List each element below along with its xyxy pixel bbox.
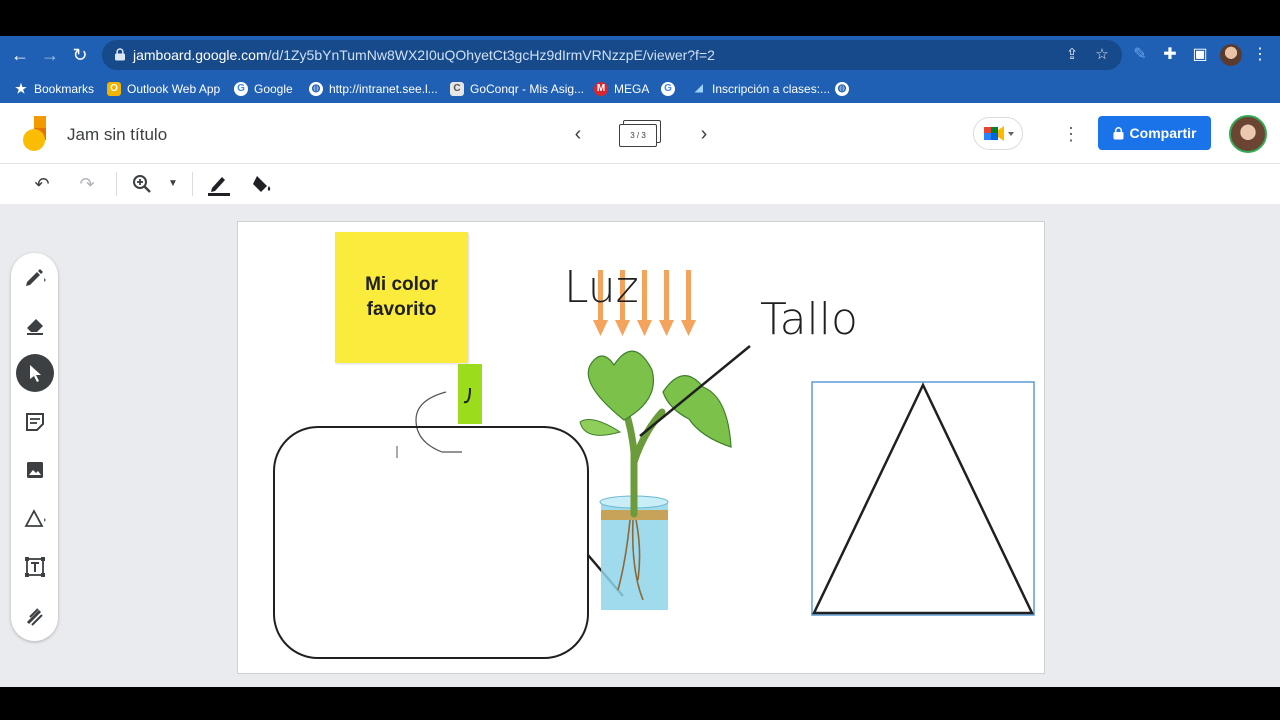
jam-canvas[interactable]: Mi color favorito Luz Tallo xyxy=(237,221,1045,674)
extensions-puzzle-icon[interactable]: ✚ xyxy=(1160,45,1180,65)
forward-arrow-icon[interactable]: → xyxy=(40,45,60,65)
lock-icon xyxy=(115,48,125,61)
google-icon: G xyxy=(661,82,675,96)
eraser-icon xyxy=(27,319,43,335)
plant-image[interactable] xyxy=(579,350,732,610)
browser-chrome: ← → ↻ jamboard.google.com/d/1Zy5bYnTumNw… xyxy=(0,36,1280,103)
bookmark-label: Inscripción a clases:... xyxy=(712,82,831,96)
toolbar-divider xyxy=(192,172,193,196)
bookmark-item[interactable]: ◍ http://intranet.see.l... xyxy=(309,79,438,99)
ink-stroke[interactable] xyxy=(415,391,462,453)
undo-icon[interactable]: ↶ xyxy=(30,172,54,196)
magnifier-glyph xyxy=(133,175,151,193)
redo-icon[interactable]: ↷ xyxy=(75,172,99,196)
green-shape-scribble xyxy=(463,387,471,404)
url-text: jamboard.google.com/d/1Zy5bYnTumNw8WX2I0… xyxy=(133,47,715,63)
bookmark-star-icon[interactable]: ☆ xyxy=(1094,47,1110,63)
outlook-icon: O xyxy=(107,82,121,96)
pen-tool[interactable] xyxy=(16,257,54,295)
side-panel-icon[interactable]: ▣ xyxy=(1190,45,1210,65)
triangle-shape[interactable] xyxy=(812,382,1034,615)
zoom-icon[interactable] xyxy=(130,172,154,196)
screen: ← → ↻ jamboard.google.com/d/1Zy5bYnTumNw… xyxy=(0,0,1280,720)
laser-tool[interactable] xyxy=(16,597,54,635)
next-frame-chevron-icon[interactable]: › xyxy=(695,123,713,145)
app-header: Jam sin título ‹ 3 / 3 › ⋮ Compartir xyxy=(0,103,1280,164)
laser-icon xyxy=(26,608,43,626)
bookmark-item[interactable]: C GoConqr - Mis Asig... xyxy=(450,79,584,99)
toolbar-divider xyxy=(116,172,117,196)
sticky-note-icon xyxy=(26,413,44,431)
bookmark-label: GoConqr - Mis Asig... xyxy=(470,82,585,96)
bookmark-label: Outlook Web App xyxy=(127,82,221,96)
more-options-icon[interactable]: ⋮ xyxy=(1062,123,1080,145)
bookmark-item[interactable]: O Outlook Web App xyxy=(107,79,220,99)
share-label: Compartir xyxy=(1129,125,1197,141)
tool-sidebar xyxy=(11,253,58,641)
image-icon xyxy=(27,462,43,478)
select-tool[interactable] xyxy=(16,354,54,392)
bookmark-label: Bookmarks xyxy=(34,82,95,96)
jamboard-logo-icon xyxy=(23,116,46,151)
google-icon: G xyxy=(234,82,248,96)
text-box-icon xyxy=(25,557,45,577)
bookmark-item[interactable]: ★ Bookmarks xyxy=(14,79,94,99)
back-arrow-icon[interactable]: ← xyxy=(10,45,30,65)
feather-extension-icon[interactable]: ✎ xyxy=(1130,45,1150,65)
share-page-icon[interactable]: ⇪ xyxy=(1064,47,1080,63)
previous-frame-chevron-icon[interactable]: ‹ xyxy=(569,123,587,145)
profile-avatar[interactable] xyxy=(1220,44,1242,66)
eraser-tool[interactable] xyxy=(16,306,54,344)
globe-icon: ◍ xyxy=(309,82,323,96)
address-bar[interactable]: jamboard.google.com/d/1Zy5bYnTumNw8WX2I0… xyxy=(102,40,1122,70)
bookmark-label: http://intranet.see.l... xyxy=(329,82,438,96)
frame-indicator[interactable]: 3 / 3 xyxy=(619,120,661,148)
omnibar-row: ← → ↻ jamboard.google.com/d/1Zy5bYnTumNw… xyxy=(0,36,1280,74)
triangle-selection-box[interactable] xyxy=(811,381,1035,616)
document-title[interactable]: Jam sin título xyxy=(67,125,167,145)
pen-icon xyxy=(26,269,46,286)
pen-color-icon[interactable] xyxy=(207,172,231,196)
pen-glyph xyxy=(208,177,230,196)
menu-kebab-icon[interactable]: ⋮ xyxy=(1250,45,1270,65)
luz-label[interactable]: Luz xyxy=(564,262,639,313)
text-box-tool[interactable] xyxy=(16,548,54,586)
share-button[interactable]: Compartir xyxy=(1098,116,1211,150)
frame-counter: 3 / 3 xyxy=(619,124,657,147)
mega-icon: M xyxy=(594,82,608,96)
goconqr-icon: C xyxy=(450,82,464,96)
shape-tool[interactable] xyxy=(16,500,54,538)
bookmark-item[interactable]: G Google xyxy=(234,79,293,99)
letterbox-bottom xyxy=(0,687,1280,720)
letterbox-top xyxy=(0,0,1280,36)
background-fill-icon[interactable] xyxy=(251,172,275,196)
bookmark-icon: ◢ xyxy=(692,82,706,96)
canvas-drawing-layer xyxy=(273,270,1035,659)
globe-icon: ◍ xyxy=(835,82,849,96)
bookmarks-bar: ★ Bookmarks O Outlook Web App G Google ◍… xyxy=(0,74,1280,103)
cursor-arrow-icon xyxy=(30,365,41,382)
bucket-glyph xyxy=(253,176,271,192)
meet-button[interactable] xyxy=(973,117,1023,150)
star-icon: ★ xyxy=(15,81,27,96)
rounded-rectangle-shape[interactable] xyxy=(273,426,589,659)
tallo-label[interactable]: Tallo xyxy=(760,294,858,345)
jamboard-app: Jam sin título ‹ 3 / 3 › ⋮ Compartir ↶ ↷… xyxy=(0,103,1280,687)
bookmark-item[interactable]: ◍ xyxy=(835,79,849,99)
bookmark-item[interactable]: M MEGA xyxy=(594,79,649,99)
bookmark-label: MEGA xyxy=(614,82,650,96)
triangle-icon xyxy=(24,509,46,527)
top-toolbar: ↶ ↷ ▼ xyxy=(0,164,1280,204)
bookmark-label: Google xyxy=(254,82,293,96)
zoom-dropdown-icon[interactable]: ▼ xyxy=(161,172,185,196)
lock-icon xyxy=(1113,126,1124,139)
image-tool[interactable] xyxy=(16,451,54,489)
account-avatar[interactable] xyxy=(1229,115,1267,153)
reload-icon[interactable]: ↻ xyxy=(70,45,90,65)
sticky-note-tool[interactable] xyxy=(16,403,54,441)
bookmark-item[interactable]: ◢ Inscripción a clases:... xyxy=(692,79,830,99)
bookmark-item[interactable]: G xyxy=(661,79,675,99)
meet-icon xyxy=(984,126,1014,141)
